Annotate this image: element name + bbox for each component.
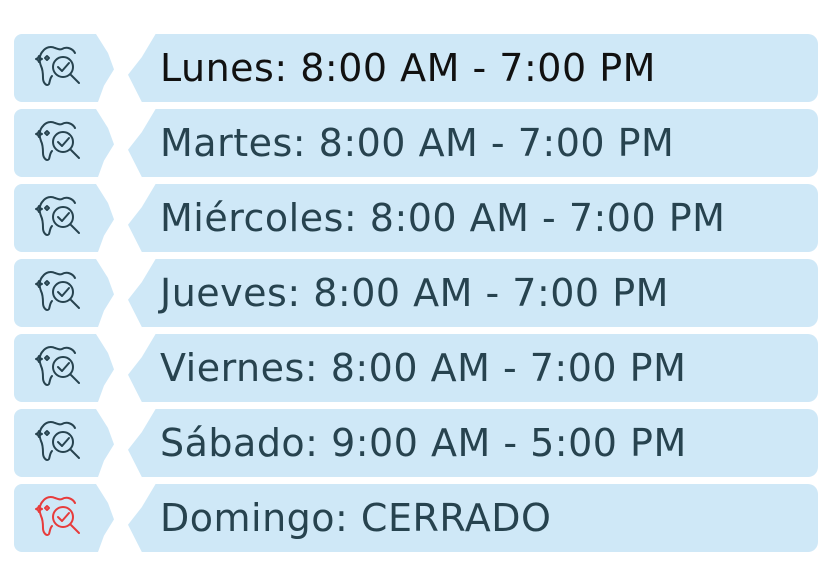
day-row-martes: Martes: 8:00 AM - 7:00 PM xyxy=(14,109,818,177)
day-row-lunes: Lunes: 8:00 AM - 7:00 PM xyxy=(14,34,818,102)
day-label-panel: Viernes: 8:00 AM - 7:00 PM xyxy=(128,334,818,402)
day-hours-text: Sábado: 9:00 AM - 5:00 PM xyxy=(160,421,687,465)
opening-hours-list: Lunes: 8:00 AM - 7:00 PM Martes: 8:00 AM… xyxy=(0,0,832,567)
tooth-magnifier-icon xyxy=(32,417,90,469)
day-icon-panel xyxy=(14,409,114,477)
tooth-magnifier-icon xyxy=(32,342,90,394)
day-label-panel: Domingo: CERRADO xyxy=(128,484,818,552)
day-hours-text: Jueves: 8:00 AM - 7:00 PM xyxy=(160,271,669,315)
day-row-sabado: Sábado: 9:00 AM - 5:00 PM xyxy=(14,409,818,477)
day-row-jueves: Jueves: 8:00 AM - 7:00 PM xyxy=(14,259,818,327)
day-label-panel: Lunes: 8:00 AM - 7:00 PM xyxy=(128,34,818,102)
day-icon-panel xyxy=(14,34,114,102)
day-row-domingo: Domingo: CERRADO xyxy=(14,484,818,552)
day-label-panel: Martes: 8:00 AM - 7:00 PM xyxy=(128,109,818,177)
tooth-magnifier-icon xyxy=(32,267,90,319)
day-hours-text: Miércoles: 8:00 AM - 7:00 PM xyxy=(160,196,726,240)
day-label-panel: Sábado: 9:00 AM - 5:00 PM xyxy=(128,409,818,477)
day-label-panel: Jueves: 8:00 AM - 7:00 PM xyxy=(128,259,818,327)
day-icon-panel xyxy=(14,259,114,327)
day-icon-panel xyxy=(14,484,114,552)
day-hours-text: Martes: 8:00 AM - 7:00 PM xyxy=(160,121,675,165)
tooth-magnifier-icon xyxy=(32,492,90,544)
day-label-panel: Miércoles: 8:00 AM - 7:00 PM xyxy=(128,184,818,252)
day-hours-text: Lunes: 8:00 AM - 7:00 PM xyxy=(160,46,656,90)
tooth-magnifier-icon xyxy=(32,42,90,94)
tooth-magnifier-icon xyxy=(32,117,90,169)
day-row-viernes: Viernes: 8:00 AM - 7:00 PM xyxy=(14,334,818,402)
day-row-miercoles: Miércoles: 8:00 AM - 7:00 PM xyxy=(14,184,818,252)
day-hours-text: Domingo: CERRADO xyxy=(160,496,552,540)
day-icon-panel xyxy=(14,184,114,252)
tooth-magnifier-icon xyxy=(32,192,90,244)
day-hours-text: Viernes: 8:00 AM - 7:00 PM xyxy=(160,346,687,390)
day-icon-panel xyxy=(14,109,114,177)
day-icon-panel xyxy=(14,334,114,402)
